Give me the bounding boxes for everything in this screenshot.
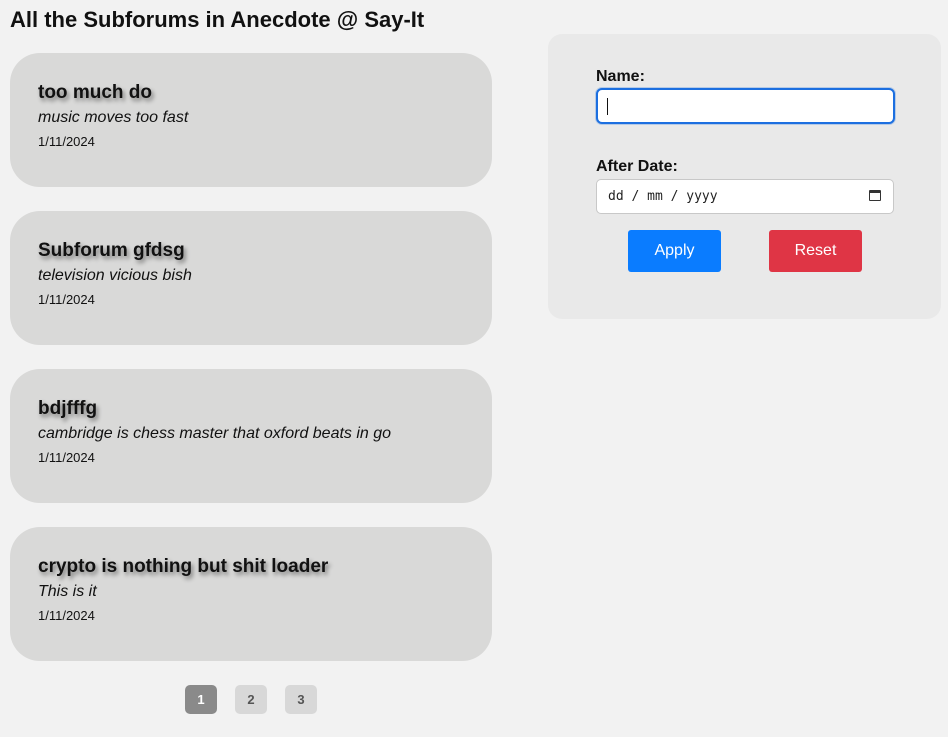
subforum-card[interactable]: bdjfffg cambridge is chess master that o… bbox=[10, 369, 492, 503]
subforum-card[interactable]: Subforum gfdsg television vicious bish 1… bbox=[10, 211, 492, 345]
date-placeholder: dd / mm / yyyy bbox=[608, 189, 718, 204]
filter-panel: Name: After Date: dd / mm / yyyy Apply R… bbox=[548, 34, 941, 319]
subforum-description: This is it bbox=[38, 583, 97, 600]
subforum-name: bdjfffg bbox=[38, 398, 98, 419]
subforum-description: television vicious bish bbox=[38, 267, 192, 284]
subforum-list: too much do music moves too fast 1/11/20… bbox=[10, 53, 492, 685]
text-caret bbox=[607, 98, 608, 115]
subforum-name: crypto is nothing but shit loader bbox=[38, 556, 329, 577]
subforum-date: 1/11/2024 bbox=[38, 292, 95, 307]
name-input[interactable] bbox=[596, 88, 895, 124]
name-label: Name: bbox=[596, 68, 645, 85]
subforum-name: too much do bbox=[38, 82, 152, 103]
subforum-date: 1/11/2024 bbox=[38, 608, 95, 623]
apply-button[interactable]: Apply bbox=[628, 230, 721, 272]
page-title: All the Subforums in Anecdote @ Say-It bbox=[10, 7, 425, 32]
reset-button[interactable]: Reset bbox=[769, 230, 862, 272]
subforum-date: 1/11/2024 bbox=[38, 450, 95, 465]
calendar-icon[interactable] bbox=[869, 190, 881, 201]
subforum-description: music moves too fast bbox=[38, 109, 189, 126]
subforum-name: Subforum gfdsg bbox=[38, 240, 185, 261]
after-date-input[interactable]: dd / mm / yyyy bbox=[596, 179, 894, 214]
subforum-description: cambridge is chess master that oxford be… bbox=[38, 425, 392, 442]
subforum-card[interactable]: too much do music moves too fast 1/11/20… bbox=[10, 53, 492, 187]
page-button-1[interactable]: 1 bbox=[185, 685, 217, 714]
page-button-3[interactable]: 3 bbox=[285, 685, 317, 714]
subforum-card[interactable]: crypto is nothing but shit loader This i… bbox=[10, 527, 492, 661]
after-date-label: After Date: bbox=[596, 158, 678, 175]
pagination: 1 2 3 bbox=[185, 685, 317, 714]
subforum-date: 1/11/2024 bbox=[38, 134, 95, 149]
page-button-2[interactable]: 2 bbox=[235, 685, 267, 714]
